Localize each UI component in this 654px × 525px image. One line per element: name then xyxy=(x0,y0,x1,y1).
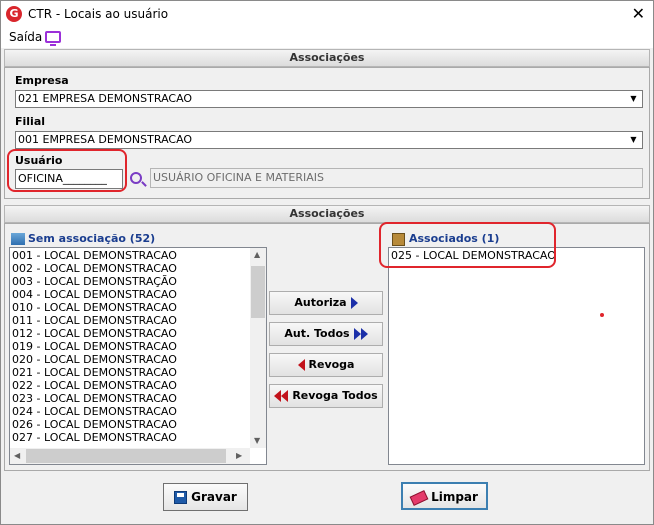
menu-bar: Saída xyxy=(1,28,653,48)
close-icon[interactable]: ✕ xyxy=(632,4,645,23)
limpar-label: Limpar xyxy=(431,490,478,504)
associations-group: Sem associação (52) 001 - LOCAL DEMONSTR… xyxy=(4,222,650,471)
filial-label: Filial xyxy=(15,115,46,128)
list-item[interactable]: 023 - LOCAL DEMONSTRACAO xyxy=(10,392,250,405)
double-arrow-right-icon xyxy=(353,328,361,340)
sem-associacao-hscrollbar[interactable]: ◀ ▶ xyxy=(10,448,250,464)
list-item[interactable]: 002 - LOCAL DEMONSTRACAO xyxy=(10,262,250,275)
section-header-associacoes-bottom: Associações xyxy=(4,205,650,223)
double-arrow-left-icon xyxy=(274,390,282,402)
search-icon[interactable] xyxy=(130,172,142,184)
sem-associacao-header: Sem associação (52) xyxy=(11,232,155,245)
menu-saida[interactable]: Saída xyxy=(9,30,42,44)
scroll-down-icon[interactable]: ▼ xyxy=(254,436,260,445)
highlight-associados xyxy=(379,222,556,268)
empresa-select[interactable]: 021 EMPRESA DEMONSTRACAO ▼ xyxy=(15,90,643,108)
list-item[interactable]: 021 - LOCAL DEMONSTRACAO xyxy=(10,366,250,379)
empresa-label: Empresa xyxy=(15,74,69,87)
revoga-button[interactable]: Revoga xyxy=(269,353,383,377)
arrow-left-icon xyxy=(297,359,305,371)
arrow-right-icon xyxy=(350,297,358,309)
limpar-button[interactable]: Limpar xyxy=(401,482,488,510)
building-icon xyxy=(11,233,25,245)
list-item[interactable]: 010 - LOCAL DEMONSTRACAO xyxy=(10,301,250,314)
list-item[interactable]: 004 - LOCAL DEMONSTRACAO xyxy=(10,288,250,301)
hscroll-thumb[interactable] xyxy=(26,449,226,463)
revoga-label: Revoga xyxy=(308,358,355,371)
list-item[interactable]: 027 - LOCAL DEMONSTRACAO xyxy=(10,431,250,444)
list-item[interactable]: 026 - LOCAL DEMONSTRACAO xyxy=(10,418,250,431)
autoriza-label: Autoriza xyxy=(294,296,347,309)
chevron-down-icon[interactable]: ▼ xyxy=(625,91,642,107)
empresa-value: 021 EMPRESA DEMONSTRACAO xyxy=(18,92,193,105)
list-item[interactable]: 012 - LOCAL DEMONSTRACAO xyxy=(10,327,250,340)
aut-todos-label: Aut. Todos xyxy=(284,327,350,340)
usuario-description-field: USUÁRIO OFICINA E MATERIAIS xyxy=(150,168,643,188)
autoriza-button[interactable]: Autoriza xyxy=(269,291,383,315)
filial-select[interactable]: 001 EMPRESA DEMONSTRACAO ▼ xyxy=(15,131,643,149)
list-item[interactable]: 001 - LOCAL DEMONSTRACAO xyxy=(10,249,250,262)
gravar-button[interactable]: Gravar xyxy=(163,483,248,511)
sem-associacao-items: 001 - LOCAL DEMONSTRACAO 002 - LOCAL DEMO… xyxy=(10,249,250,447)
vscroll-thumb[interactable] xyxy=(251,266,265,318)
gravar-label: Gravar xyxy=(191,490,237,504)
list-item[interactable]: 019 - LOCAL DEMONSTRACAO xyxy=(10,340,250,353)
sem-associacao-list[interactable]: 001 - LOCAL DEMONSTRACAO 002 - LOCAL DEMO… xyxy=(9,247,267,465)
list-item[interactable]: 020 - LOCAL DEMONSTRACAO xyxy=(10,353,250,366)
sem-associacao-vscrollbar[interactable]: ▲ ▼ xyxy=(250,248,266,448)
save-icon xyxy=(174,491,188,504)
red-dot-marker xyxy=(600,313,604,317)
list-item[interactable]: 022 - LOCAL DEMONSTRACAO xyxy=(10,379,250,392)
scroll-right-icon[interactable]: ▶ xyxy=(236,451,242,460)
aut-todos-button[interactable]: Aut. Todos xyxy=(269,322,383,346)
scroll-left-icon[interactable]: ◀ xyxy=(14,451,20,460)
list-item[interactable]: 011 - LOCAL DEMONSTRACAO xyxy=(10,314,250,327)
list-item[interactable]: 024 - LOCAL DEMONSTRACAO xyxy=(10,405,250,418)
eraser-icon xyxy=(409,489,429,506)
highlight-usuario xyxy=(7,149,127,192)
associados-list[interactable]: 025 - LOCAL DEMONSTRACAO xyxy=(388,247,645,465)
revoga-todos-button[interactable]: Revoga Todos xyxy=(269,384,383,408)
revoga-todos-label: Revoga Todos xyxy=(292,389,378,402)
app-logo-icon: G xyxy=(6,6,22,22)
monitor-icon[interactable] xyxy=(45,31,61,46)
chevron-down-icon[interactable]: ▼ xyxy=(625,132,642,148)
title-bar: G CTR - Locais ao usuário ✕ xyxy=(1,1,653,28)
double-arrow-left-icon-2 xyxy=(281,390,289,402)
window-title: CTR - Locais ao usuário xyxy=(28,7,169,21)
filters-group: Empresa 021 EMPRESA DEMONSTRACAO ▼ Filia… xyxy=(4,67,650,199)
section-header-associacoes-top: Associações xyxy=(4,49,650,67)
list-item[interactable]: 003 - LOCAL DEMONSTRAÇÃO xyxy=(10,275,250,288)
main-window: G CTR - Locais ao usuário ✕ Saída Associ… xyxy=(0,0,654,525)
sem-associacao-title: Sem associação (52) xyxy=(28,232,156,245)
scroll-up-icon[interactable]: ▲ xyxy=(254,250,260,259)
double-arrow-right-icon-2 xyxy=(360,328,368,340)
filial-value: 001 EMPRESA DEMONSTRACAO xyxy=(18,133,193,146)
